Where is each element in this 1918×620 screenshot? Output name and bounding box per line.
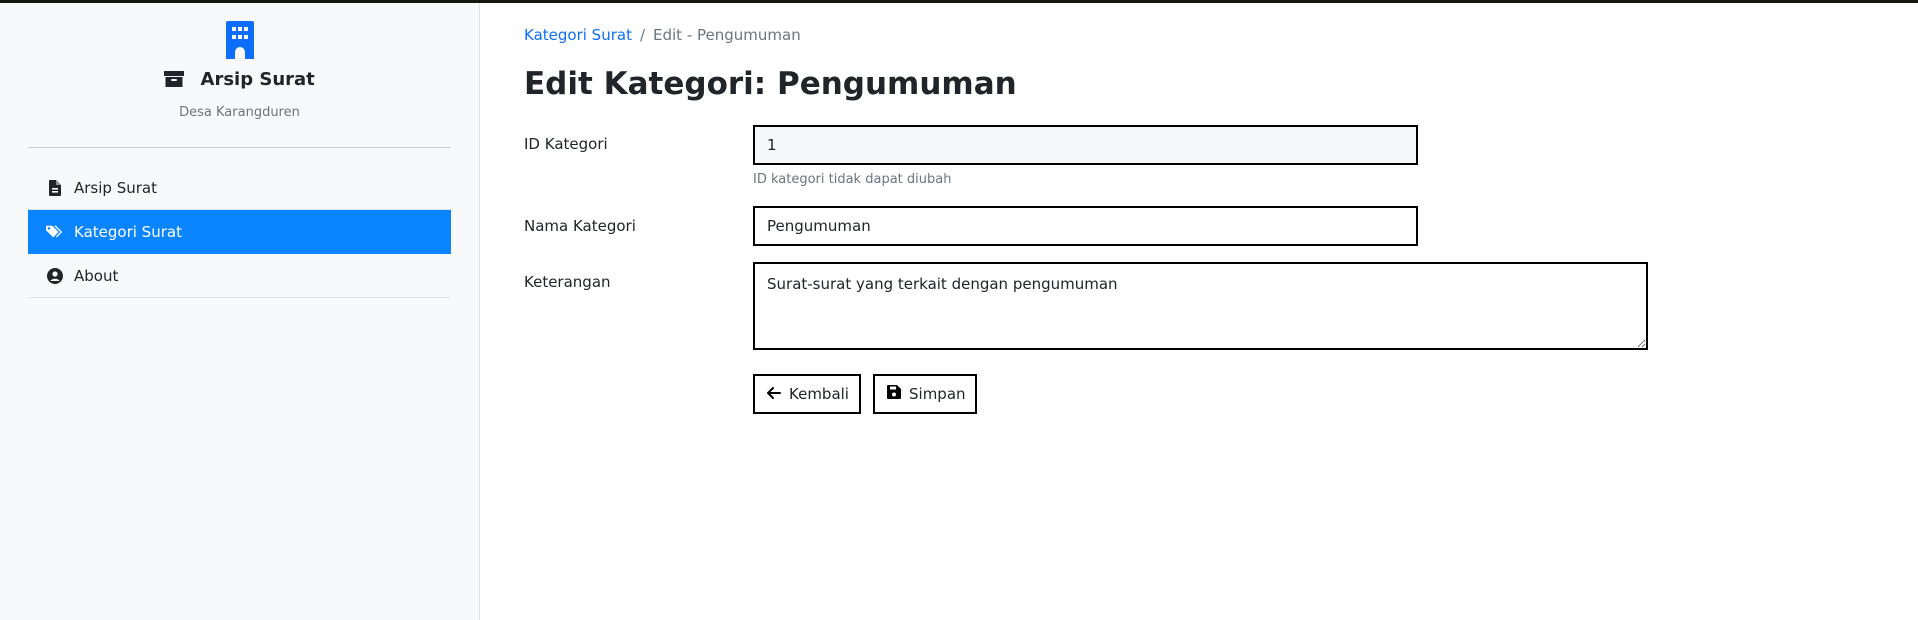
keterangan-field[interactable]: Surat-surat yang terkait dengan pengumum… (753, 262, 1648, 350)
nama-kategori-label: Nama Kategori (524, 217, 636, 235)
breadcrumb-separator: / (639, 26, 646, 44)
file-icon (46, 179, 64, 197)
back-button-label: Kembali (789, 385, 849, 403)
keterangan-label: Keterangan (524, 273, 611, 291)
breadcrumb-current: Edit - Pengumuman (653, 26, 801, 44)
user-circle-icon (46, 267, 64, 285)
sidebar-item-label: About (74, 266, 119, 285)
tags-icon (46, 223, 64, 241)
sidebar: Arsip Surat Desa Karangduren Arsip Surat (0, 3, 480, 620)
app-title: Arsip Surat (0, 67, 479, 93)
page-title: Edit Kategori: Pengumuman (524, 66, 1017, 102)
arrow-left-icon (767, 385, 789, 403)
sidebar-divider (28, 147, 451, 148)
sidebar-item-label: Kategori Surat (74, 222, 182, 241)
breadcrumb: Kategori Surat / Edit - Pengumuman (524, 25, 801, 45)
building-icon (0, 19, 479, 61)
app-subtitle: Desa Karangduren (179, 105, 300, 120)
id-kategori-help: ID kategori tidak dapat diubah (753, 172, 952, 187)
sidebar-item-arsip-surat[interactable]: Arsip Surat (28, 166, 451, 210)
archive-icon (164, 69, 200, 90)
floppy-disk-icon (887, 385, 909, 403)
sidebar-item-about[interactable]: About (28, 254, 451, 298)
save-button-label: Simpan (909, 385, 966, 403)
save-button[interactable]: Simpan (873, 374, 977, 414)
sidebar-item-kategori-surat[interactable]: Kategori Surat (28, 210, 451, 254)
id-kategori-label: ID Kategori (524, 135, 608, 153)
sidebar-item-label: Arsip Surat (74, 178, 157, 197)
id-kategori-field[interactable] (753, 125, 1418, 165)
back-button[interactable]: Kembali (753, 374, 861, 414)
breadcrumb-link-kategori-surat[interactable]: Kategori Surat (524, 26, 632, 44)
sidebar-nav: Arsip Surat Kategori Surat About (28, 166, 451, 298)
app-title-text: Arsip Surat (200, 69, 315, 90)
nama-kategori-field[interactable] (753, 206, 1418, 246)
